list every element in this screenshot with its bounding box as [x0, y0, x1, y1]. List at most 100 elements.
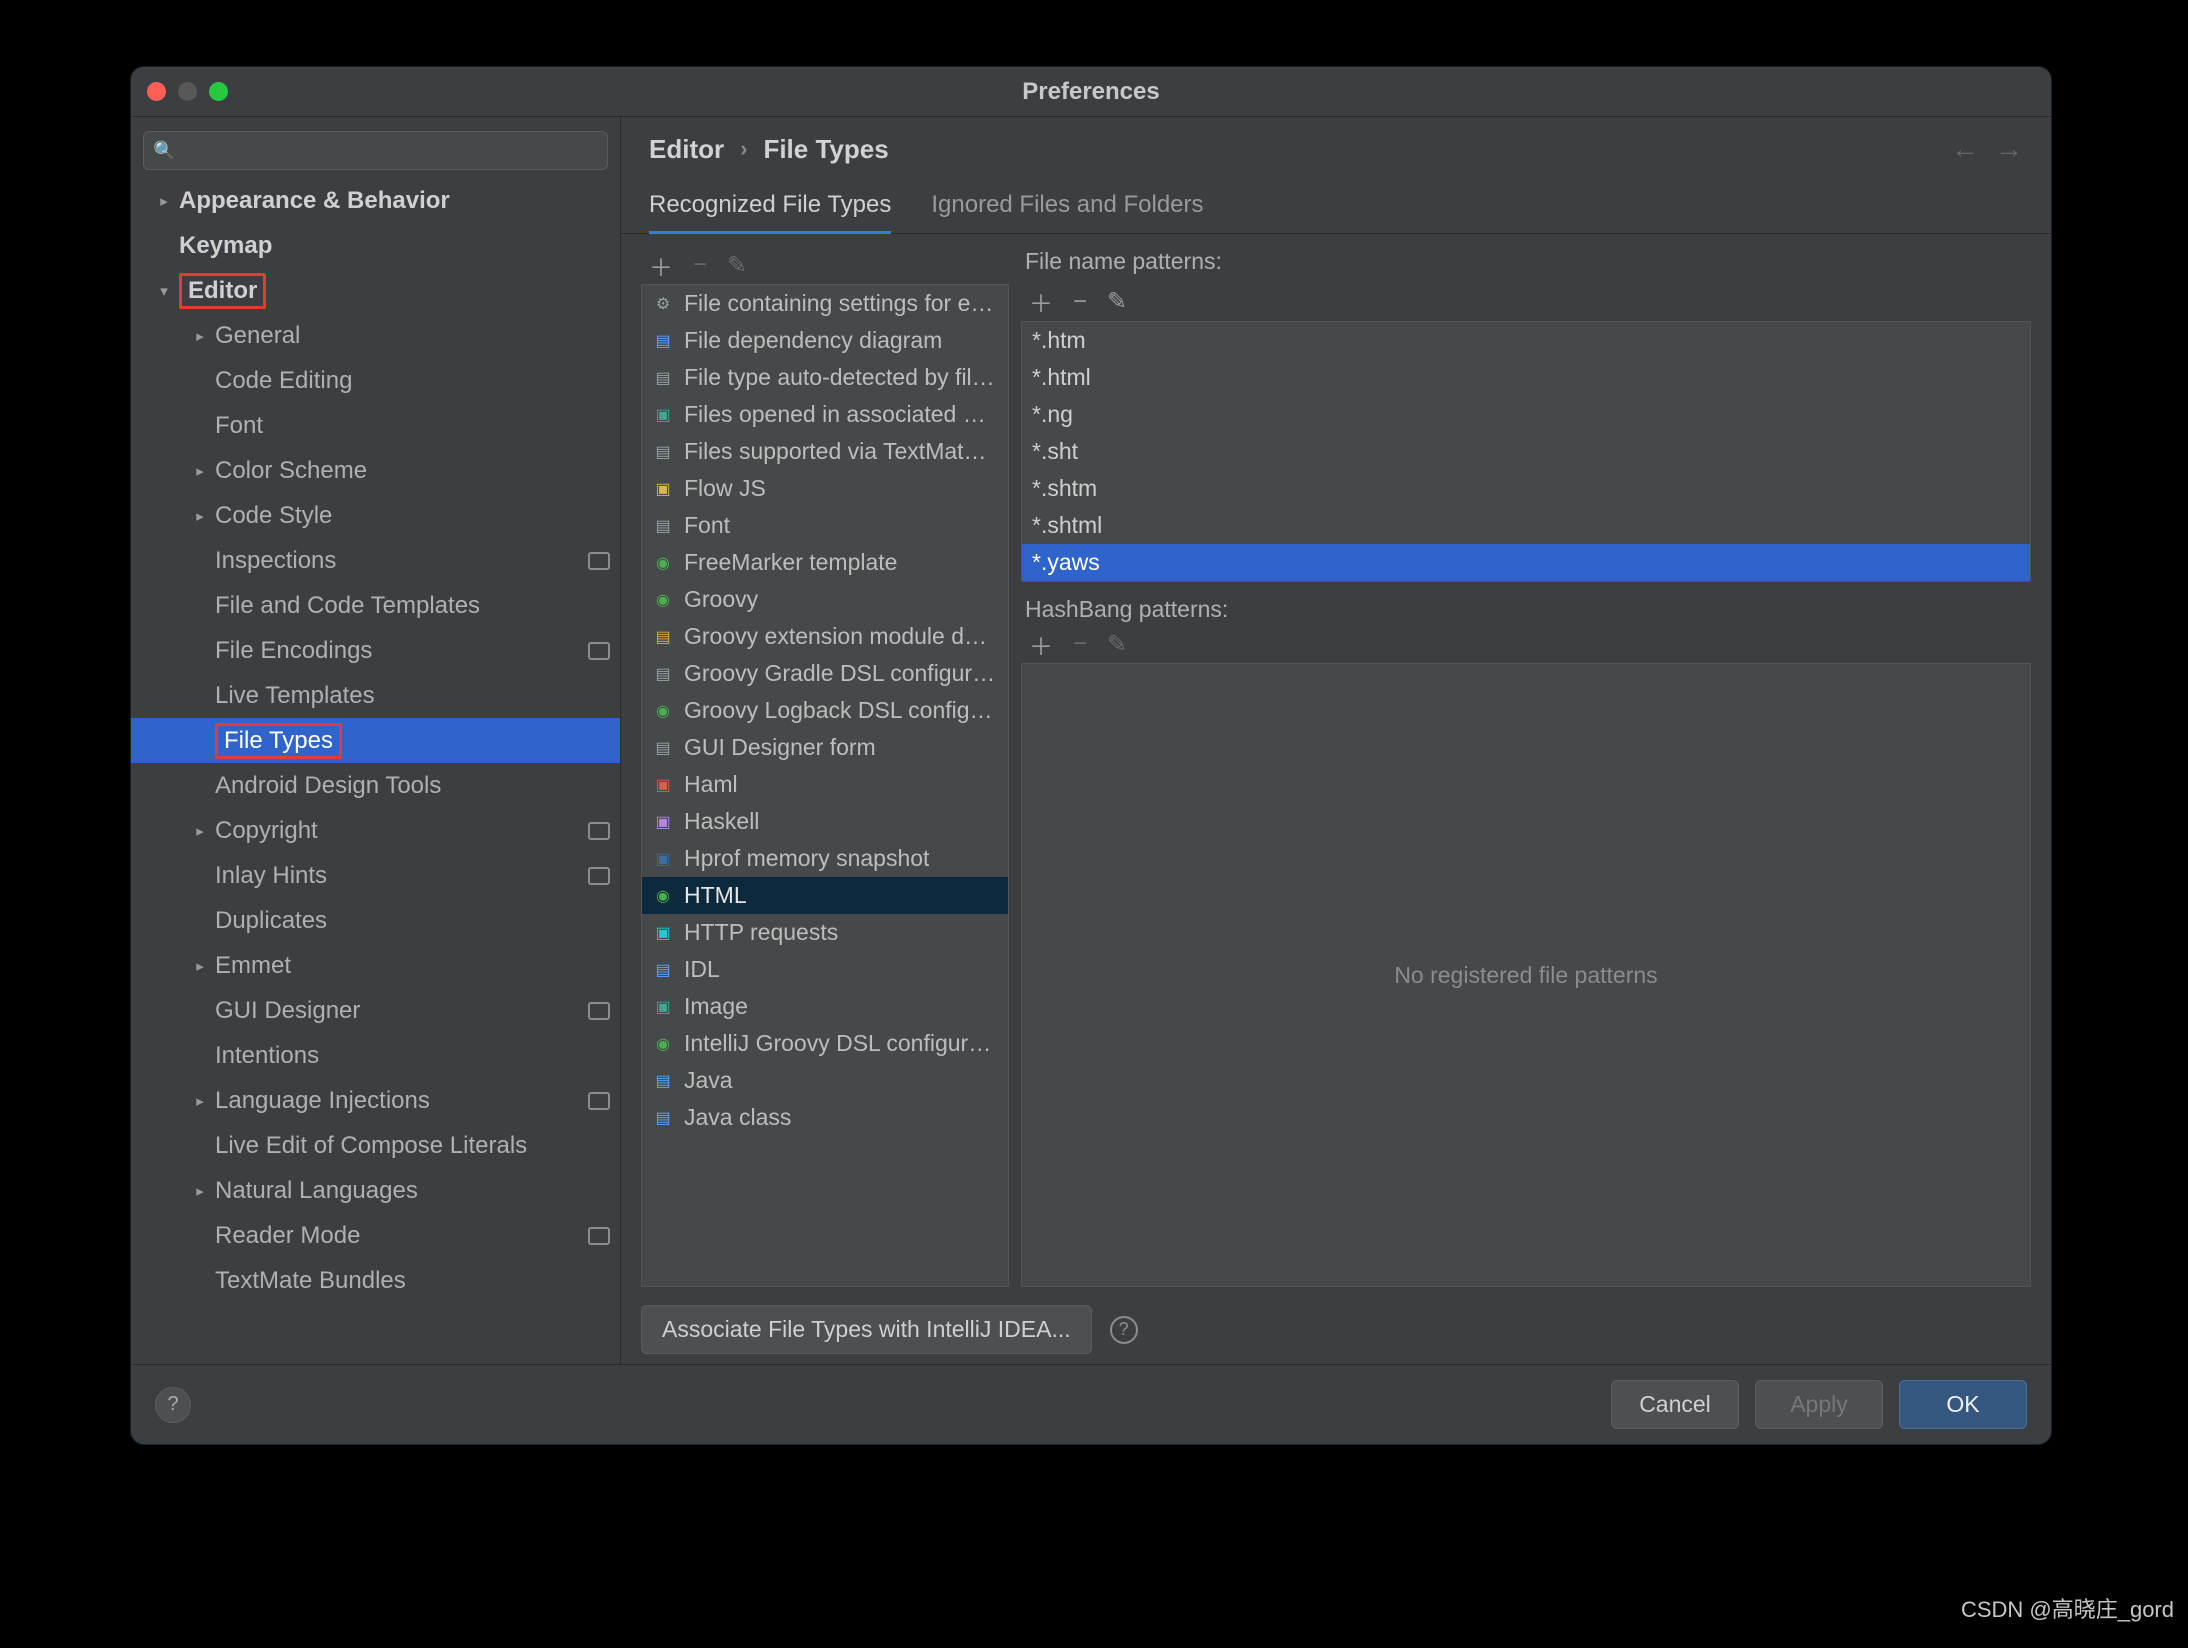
help-icon[interactable]: ? — [1110, 1316, 1138, 1344]
file-type-item[interactable]: ▤File dependency diagram — [642, 322, 1008, 359]
file-type-item[interactable]: ◉HTML — [642, 877, 1008, 914]
apply-button[interactable]: Apply — [1755, 1380, 1883, 1429]
sidebar-item-emmet[interactable]: ▸ Emmet — [131, 943, 620, 988]
file-type-icon: ◉ — [652, 701, 674, 721]
file-type-item[interactable]: ▤Groovy extension module descriptor — [642, 618, 1008, 655]
file-type-item[interactable]: ▣Flow JS — [642, 470, 1008, 507]
remove-icon[interactable]: − — [693, 251, 707, 279]
file-type-item[interactable]: ▣Hprof memory snapshot — [642, 840, 1008, 877]
sidebar-item-color-scheme[interactable]: ▸Color Scheme — [131, 448, 620, 493]
window-title: Preferences — [131, 78, 2051, 106]
file-type-item[interactable]: ▣Files opened in associated applications — [642, 396, 1008, 433]
file-type-item[interactable]: ◉IntelliJ Groovy DSL configuration — [642, 1025, 1008, 1062]
file-type-item[interactable]: ▤Files supported via TextMate bundles — [642, 433, 1008, 470]
sidebar-item-file-types[interactable]: File Types — [131, 718, 620, 763]
sidebar-item-language-injections[interactable]: ▸Language Injections — [131, 1078, 620, 1123]
edit-icon[interactable]: ✎ — [727, 251, 747, 280]
sidebar-item-code-style[interactable]: ▸Code Style — [131, 493, 620, 538]
hashbang-list[interactable]: No registered file patterns — [1021, 663, 2031, 1287]
cancel-button[interactable]: Cancel — [1611, 1380, 1739, 1429]
remove-icon[interactable]: − — [1073, 630, 1087, 658]
file-type-item[interactable]: ▣HTTP requests — [642, 914, 1008, 951]
file-type-item[interactable]: ▤GUI Designer form — [642, 729, 1008, 766]
tab-recognized-file-types[interactable]: Recognized File Types — [649, 181, 891, 234]
file-type-label: File type auto-detected by file content — [684, 364, 998, 391]
help-button[interactable]: ? — [155, 1387, 191, 1423]
sidebar-item-duplicates[interactable]: Duplicates — [131, 898, 620, 943]
file-type-icon: ▤ — [652, 738, 674, 758]
edit-icon[interactable]: ✎ — [1107, 287, 1127, 316]
remove-icon[interactable]: − — [1073, 288, 1087, 316]
file-type-item[interactable]: ▤IDL — [642, 951, 1008, 988]
file-name-patterns-list[interactable]: *.htm*.html*.ng*.sht*.shtm*.shtml*.yaws — [1021, 321, 2031, 582]
file-type-label: Groovy Gradle DSL configuration — [684, 660, 998, 687]
sidebar-item-gui-designer[interactable]: GUI Designer — [131, 988, 620, 1033]
add-icon[interactable]: ＋ — [649, 248, 673, 283]
sidebar-item-live-edit-of-compose-literals[interactable]: Live Edit of Compose Literals — [131, 1123, 620, 1168]
sidebar-item-label: File Types — [215, 723, 610, 759]
sidebar-item-inlay-hints[interactable]: Inlay Hints — [131, 853, 620, 898]
sidebar-item-general[interactable]: ▸General — [131, 313, 620, 358]
sidebar-item-editor[interactable]: ▾Editor — [131, 268, 620, 313]
sidebar-item-natural-languages[interactable]: ▸Natural Languages — [131, 1168, 620, 1213]
file-types-list[interactable]: ⚙File containing settings for entry▤File… — [641, 284, 1009, 1287]
file-type-item[interactable]: ▤File type auto-detected by file content — [642, 359, 1008, 396]
file-type-label: Image — [684, 993, 748, 1020]
file-type-item[interactable]: ◉FreeMarker template — [642, 544, 1008, 581]
file-type-item[interactable]: ▣ Image — [642, 988, 1008, 1025]
file-type-item[interactable]: ▤Font — [642, 507, 1008, 544]
sidebar-item-label: Emmet — [215, 952, 610, 980]
sidebar-item-appearance-behavior[interactable]: ▸Appearance & Behavior — [131, 178, 620, 223]
pattern-item[interactable]: *.yaws — [1022, 544, 2030, 581]
empty-text: No registered file patterns — [1394, 962, 1657, 989]
sidebar-item-copyright[interactable]: ▸Copyright — [131, 808, 620, 853]
file-type-label: IntelliJ Groovy DSL configuration — [684, 1030, 998, 1057]
sidebar-item-textmate-bundles[interactable]: TextMate Bundles — [131, 1258, 620, 1303]
file-type-label: Haskell — [684, 808, 759, 835]
sidebar-item-reader-mode[interactable]: Reader Mode — [131, 1213, 620, 1258]
ok-button[interactable]: OK — [1899, 1380, 2027, 1429]
associate-file-types-button[interactable]: Associate File Types with IntelliJ IDEA.… — [641, 1305, 1092, 1354]
sidebar-item-code-editing[interactable]: Code Editing — [131, 358, 620, 403]
file-type-item[interactable]: ◉Groovy Logback DSL configuration — [642, 692, 1008, 729]
pattern-item[interactable]: *.ng — [1022, 396, 2030, 433]
chevron-right-icon: ▸ — [191, 957, 209, 975]
pattern-item[interactable]: *.shtml — [1022, 507, 2030, 544]
project-badge-icon — [588, 552, 610, 570]
tab-ignored-files-and-folders[interactable]: Ignored Files and Folders — [931, 181, 1203, 233]
pattern-item[interactable]: *.htm — [1022, 322, 2030, 359]
chevron-down-icon: ▾ — [155, 282, 173, 300]
sidebar-item-live-templates[interactable]: Live Templates — [131, 673, 620, 718]
sidebar-item-file-and-code-templates[interactable]: File and Code Templates — [131, 583, 620, 628]
file-type-label: Files opened in associated applications — [684, 401, 998, 428]
file-type-item[interactable]: ⚙File containing settings for entry — [642, 285, 1008, 322]
file-type-icon: ▣ — [652, 997, 674, 1017]
pattern-item[interactable]: *.html — [1022, 359, 2030, 396]
nav-back-icon[interactable]: ← — [1951, 133, 1979, 165]
sidebar-item-inspections[interactable]: Inspections — [131, 538, 620, 583]
sidebar-item-file-encodings[interactable]: File Encodings — [131, 628, 620, 673]
sidebar-item-android-design-tools[interactable]: Android Design Tools — [131, 763, 620, 808]
file-type-label: Flow JS — [684, 475, 766, 502]
add-icon[interactable]: ＋ — [1029, 627, 1053, 662]
sidebar-item-label: File and Code Templates — [215, 592, 610, 620]
file-type-item[interactable]: ◉Groovy — [642, 581, 1008, 618]
sidebar-item-intentions[interactable]: Intentions — [131, 1033, 620, 1078]
file-type-item[interactable]: ▤Java class — [642, 1099, 1008, 1136]
sidebar-item-label: Copyright — [215, 817, 588, 845]
pattern-item[interactable]: *.shtm — [1022, 470, 2030, 507]
edit-icon[interactable]: ✎ — [1107, 630, 1127, 659]
search-input[interactable] — [143, 131, 608, 170]
sidebar-item-font[interactable]: Font — [131, 403, 620, 448]
project-badge-icon — [588, 642, 610, 660]
file-type-item[interactable]: ▤Java — [642, 1062, 1008, 1099]
chevron-right-icon: ▸ — [191, 327, 209, 345]
file-type-label: Groovy — [684, 586, 758, 613]
sidebar-item-keymap[interactable]: Keymap — [131, 223, 620, 268]
nav-forward-icon[interactable]: → — [1995, 133, 2023, 165]
add-icon[interactable]: ＋ — [1029, 284, 1053, 319]
file-type-item[interactable]: ▣Haskell — [642, 803, 1008, 840]
file-type-item[interactable]: ▤Groovy Gradle DSL configuration — [642, 655, 1008, 692]
file-type-item[interactable]: ▣Haml — [642, 766, 1008, 803]
pattern-item[interactable]: *.sht — [1022, 433, 2030, 470]
